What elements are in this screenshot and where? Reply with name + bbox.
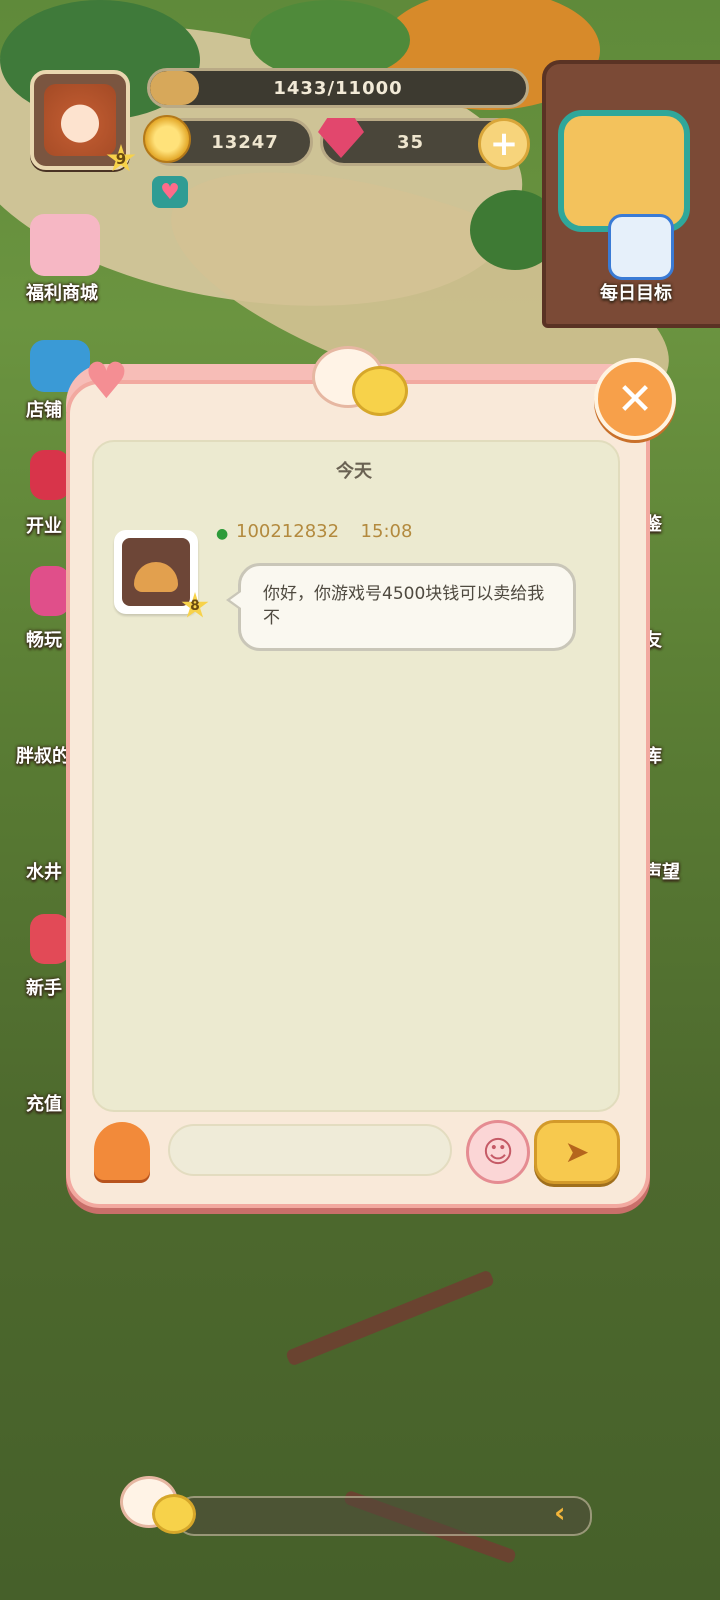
send-button[interactable]: ➤ <box>534 1120 620 1184</box>
bubble-tail-inner <box>230 592 241 608</box>
side-menu-opening[interactable]: 开业 <box>26 512 62 538</box>
chat-bubble-logo-icon <box>312 346 408 416</box>
coin-icon <box>143 115 191 163</box>
side-menu-uncle[interactable]: 胖叔的 <box>16 742 70 768</box>
chevron-left-icon[interactable]: ‹ <box>554 1496 566 1529</box>
emoji-button[interactable]: ☺ <box>466 1120 530 1184</box>
gem-amount: 35 <box>396 131 425 153</box>
message-meta: 100212832 15:08 <box>236 521 412 542</box>
date-label: 今天 <box>336 461 372 482</box>
chat-input[interactable] <box>168 1124 452 1176</box>
xp-text: 1433/11000 <box>273 77 403 99</box>
sender-avatar[interactable] <box>114 530 198 614</box>
fence <box>285 1269 495 1367</box>
user-icon: ● <box>216 526 229 542</box>
opening-gift-icon[interactable] <box>30 450 70 500</box>
newbie-icon[interactable] <box>30 914 70 964</box>
side-menu-newbie[interactable]: 新手 <box>26 974 62 1000</box>
chat-channel-icon[interactable] <box>94 1122 150 1180</box>
avatar-portrait <box>44 84 116 156</box>
coin-amount: 13247 <box>211 131 279 153</box>
side-menu-welfare-shop[interactable]: 福利商城 <box>26 279 98 305</box>
sender-id: 100212832 <box>236 521 340 542</box>
welfare-shop-icon[interactable] <box>30 214 100 276</box>
side-menu-daily-goal[interactable]: 每日目标 <box>600 279 672 305</box>
side-menu-shop[interactable]: 店铺 <box>26 396 62 422</box>
message-time: 15:08 <box>360 521 413 542</box>
side-menu-well[interactable]: 水井 <box>26 858 62 884</box>
heart-icon[interactable]: ♥ <box>152 176 188 208</box>
heart-decoration-icon: ♥ <box>84 352 129 410</box>
add-gems-button[interactable]: + <box>478 118 530 170</box>
xp-progress-bar: 1433/11000 <box>147 68 529 108</box>
close-button[interactable]: ✕ <box>594 358 676 440</box>
side-menu-play[interactable]: 畅玩 <box>26 626 62 652</box>
bottom-chat-icon[interactable] <box>120 1476 196 1540</box>
play-gift-icon[interactable] <box>30 566 70 616</box>
message-bubble: 你好，你游戏号4500块钱可以卖给我不 <box>238 563 576 651</box>
muffin-icon <box>122 538 190 606</box>
bottom-chat-bar[interactable] <box>176 1496 592 1536</box>
calendar-icon[interactable] <box>608 214 674 280</box>
side-menu-recharge[interactable]: 充值 <box>26 1090 62 1116</box>
